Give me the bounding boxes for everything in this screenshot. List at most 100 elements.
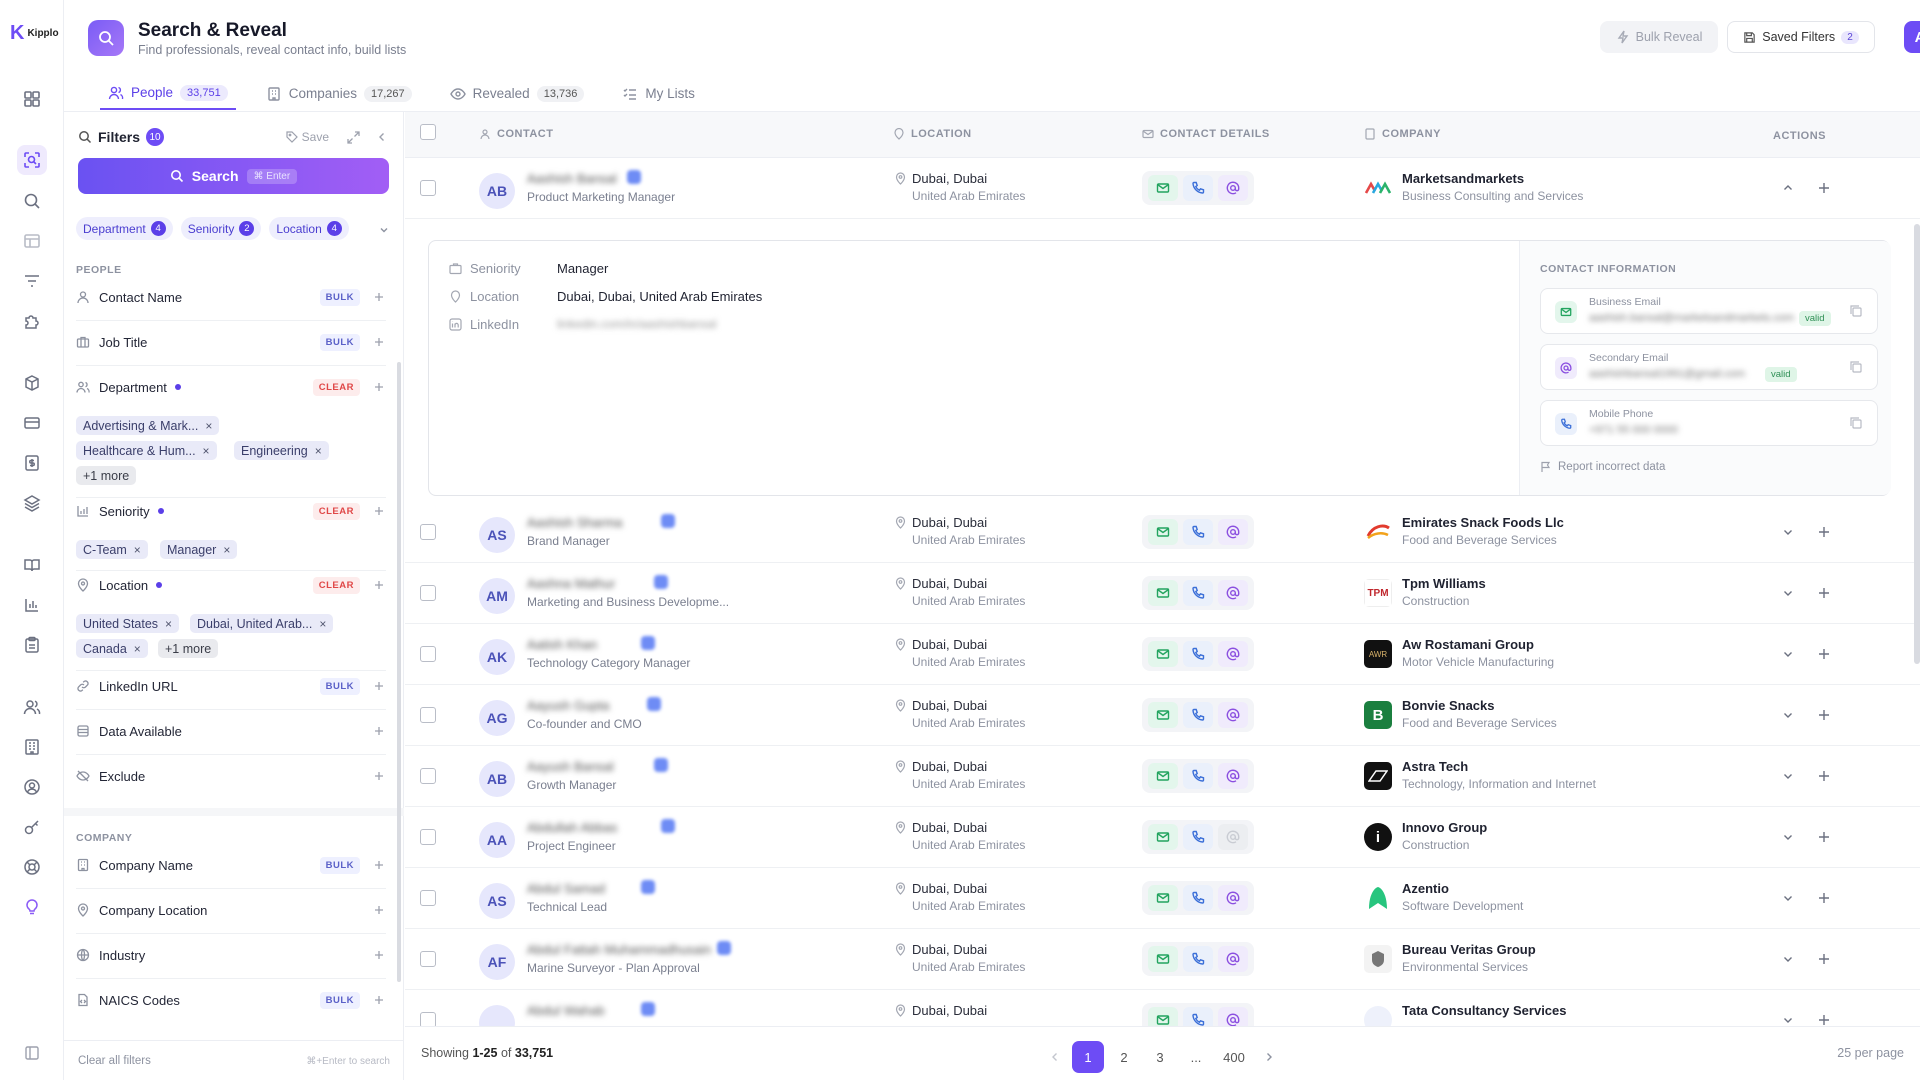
contact-name[interactable]: Aashish Sharma bbox=[527, 515, 622, 530]
plus-icon[interactable] bbox=[372, 290, 386, 304]
plus-icon[interactable] bbox=[372, 993, 386, 1007]
phone-icon[interactable] bbox=[1182, 519, 1213, 545]
contact-name[interactable]: Abdul Samad bbox=[527, 881, 605, 896]
phone-icon[interactable] bbox=[1182, 885, 1213, 911]
filter-data-available[interactable]: Data Available bbox=[76, 716, 386, 746]
copy-icon[interactable] bbox=[1849, 360, 1863, 374]
tab-revealed[interactable]: Revealed 13,736 bbox=[442, 77, 593, 110]
bulk-tag[interactable]: BULK bbox=[319, 991, 360, 1009]
remove-icon[interactable]: × bbox=[223, 543, 230, 557]
chevron-down-icon[interactable] bbox=[1781, 952, 1795, 966]
billing-icon[interactable] bbox=[17, 448, 47, 478]
chevron-down-icon[interactable] bbox=[1781, 830, 1795, 844]
card-value[interactable]: +971 55 000 0000 bbox=[1589, 424, 1678, 436]
chip-department[interactable]: Department 4 bbox=[76, 217, 173, 240]
filter-department[interactable]: Department CLEAR bbox=[76, 372, 386, 402]
table-row[interactable]: AB Aayush Bansal Growth Manager Dubai, D… bbox=[405, 746, 1920, 807]
linkedin-badge-icon[interactable] bbox=[640, 880, 655, 894]
tab-companies[interactable]: Companies 17,267 bbox=[258, 77, 420, 110]
row-checkbox[interactable] bbox=[420, 180, 436, 196]
plus-icon[interactable] bbox=[1817, 952, 1831, 966]
package-icon[interactable] bbox=[17, 368, 47, 398]
lightbulb-icon[interactable] bbox=[17, 892, 47, 922]
copy-icon[interactable] bbox=[1849, 416, 1863, 430]
linkedin-badge-icon[interactable] bbox=[654, 758, 669, 772]
company-name[interactable]: Aw Rostamani Group bbox=[1402, 637, 1534, 652]
plus-icon[interactable] bbox=[1817, 647, 1831, 661]
plus-icon[interactable] bbox=[372, 724, 386, 738]
chevron-right-icon[interactable] bbox=[1263, 1051, 1275, 1063]
at-sign-icon[interactable] bbox=[1217, 519, 1248, 545]
email-icon[interactable] bbox=[1148, 885, 1179, 911]
bulk-tag[interactable]: BULK bbox=[319, 856, 360, 874]
at-sign-icon[interactable] bbox=[1217, 641, 1248, 667]
phone-icon[interactable] bbox=[1182, 946, 1213, 972]
plus-icon[interactable] bbox=[372, 504, 386, 518]
copy-icon[interactable] bbox=[1849, 304, 1863, 318]
company-name[interactable]: Astra Tech bbox=[1402, 759, 1468, 774]
email-icon[interactable] bbox=[1148, 702, 1179, 728]
plus-icon[interactable] bbox=[1817, 891, 1831, 905]
bulk-tag[interactable]: BULK bbox=[319, 333, 360, 351]
phone-icon[interactable] bbox=[1182, 702, 1213, 728]
detail-linkedin-value[interactable]: linkedin.com/in/aashishbansal bbox=[557, 317, 716, 331]
contact-name[interactable]: Abdul Fattah Muhammadhusain bbox=[527, 942, 711, 957]
chevron-down-icon[interactable] bbox=[378, 224, 390, 236]
per-page-selector[interactable]: 25 per page bbox=[1837, 1046, 1904, 1060]
table-icon[interactable] bbox=[17, 226, 47, 256]
bulk-tag[interactable]: BULK bbox=[319, 288, 360, 306]
company-name[interactable]: Emirates Snack Foods Llc bbox=[1402, 515, 1564, 530]
table-row[interactable]: AB Aashish Bansal Product Marketing Mana… bbox=[405, 158, 1920, 219]
row-checkbox[interactable] bbox=[420, 829, 436, 845]
email-icon[interactable] bbox=[1148, 519, 1179, 545]
bulk-reveal-button[interactable]: Bulk Reveal bbox=[1600, 21, 1718, 53]
clipboard-icon[interactable] bbox=[17, 630, 47, 660]
row-checkbox[interactable] bbox=[420, 524, 436, 540]
linkedin-badge-icon[interactable] bbox=[717, 941, 731, 955]
clear-tag[interactable]: CLEAR bbox=[312, 502, 360, 520]
row-checkbox[interactable] bbox=[420, 707, 436, 723]
plus-icon[interactable] bbox=[372, 380, 386, 394]
remove-icon[interactable]: × bbox=[203, 444, 210, 458]
save-filters-button[interactable]: Save bbox=[286, 130, 329, 144]
row-checkbox[interactable] bbox=[420, 646, 436, 662]
clear-all-filters-link[interactable]: Clear all filters bbox=[78, 1055, 151, 1067]
plus-icon[interactable] bbox=[372, 948, 386, 962]
chevron-left-icon[interactable] bbox=[376, 131, 388, 143]
filter-seniority[interactable]: Seniority CLEAR bbox=[76, 496, 386, 526]
table-row[interactable]: AS Abdul Samad Technical Lead Dubai, Dub… bbox=[405, 868, 1920, 929]
remove-icon[interactable]: × bbox=[134, 642, 141, 656]
search-reveal-icon[interactable] bbox=[17, 145, 47, 175]
company-name[interactable]: Marketsandmarkets bbox=[1402, 171, 1524, 186]
contact-name[interactable]: Aatish Khan bbox=[527, 637, 597, 652]
column-contact-details[interactable]: CONTACT DETAILS bbox=[1142, 128, 1270, 140]
table-row[interactable]: AG Aayush Gupta Co-founder and CMO Dubai… bbox=[405, 685, 1920, 746]
analytics-icon[interactable] bbox=[17, 590, 47, 620]
report-incorrect-link[interactable]: Report incorrect data bbox=[1540, 461, 1665, 473]
plus-icon[interactable] bbox=[1817, 769, 1831, 783]
chevron-down-icon[interactable] bbox=[1781, 769, 1795, 783]
table-row[interactable]: AK Aatish Khan Technology Category Manag… bbox=[405, 624, 1920, 685]
email-icon[interactable] bbox=[1148, 641, 1179, 667]
plus-icon[interactable] bbox=[1817, 181, 1831, 195]
chip-seniority[interactable]: Seniority 2 bbox=[180, 217, 262, 240]
company-name[interactable]: Bureau Veritas Group bbox=[1402, 942, 1536, 957]
plus-icon[interactable] bbox=[1817, 1013, 1831, 1027]
app-logo[interactable]: K Kipplo bbox=[10, 22, 59, 45]
at-sign-icon[interactable] bbox=[1217, 763, 1248, 789]
filter-location[interactable]: Location CLEAR bbox=[76, 570, 386, 600]
row-checkbox[interactable] bbox=[420, 768, 436, 784]
bulk-tag[interactable]: BULK bbox=[319, 677, 360, 695]
contact-name[interactable]: Aayush Gupta bbox=[527, 698, 609, 713]
company-name[interactable]: Innovo Group bbox=[1402, 820, 1487, 835]
chevron-down-icon[interactable] bbox=[1781, 647, 1795, 661]
phone-icon[interactable] bbox=[1182, 824, 1213, 850]
select-all-checkbox[interactable] bbox=[420, 124, 436, 140]
column-location[interactable]: LOCATION bbox=[893, 128, 972, 140]
plus-icon[interactable] bbox=[372, 769, 386, 783]
filter-linkedin-url[interactable]: LinkedIn URL BULK bbox=[76, 671, 386, 701]
at-sign-icon[interactable] bbox=[1217, 580, 1248, 606]
user-avatar[interactable]: A bbox=[1904, 21, 1920, 53]
collapse-sidebar-icon[interactable] bbox=[17, 1038, 47, 1068]
page-button[interactable]: 3 bbox=[1144, 1041, 1176, 1073]
